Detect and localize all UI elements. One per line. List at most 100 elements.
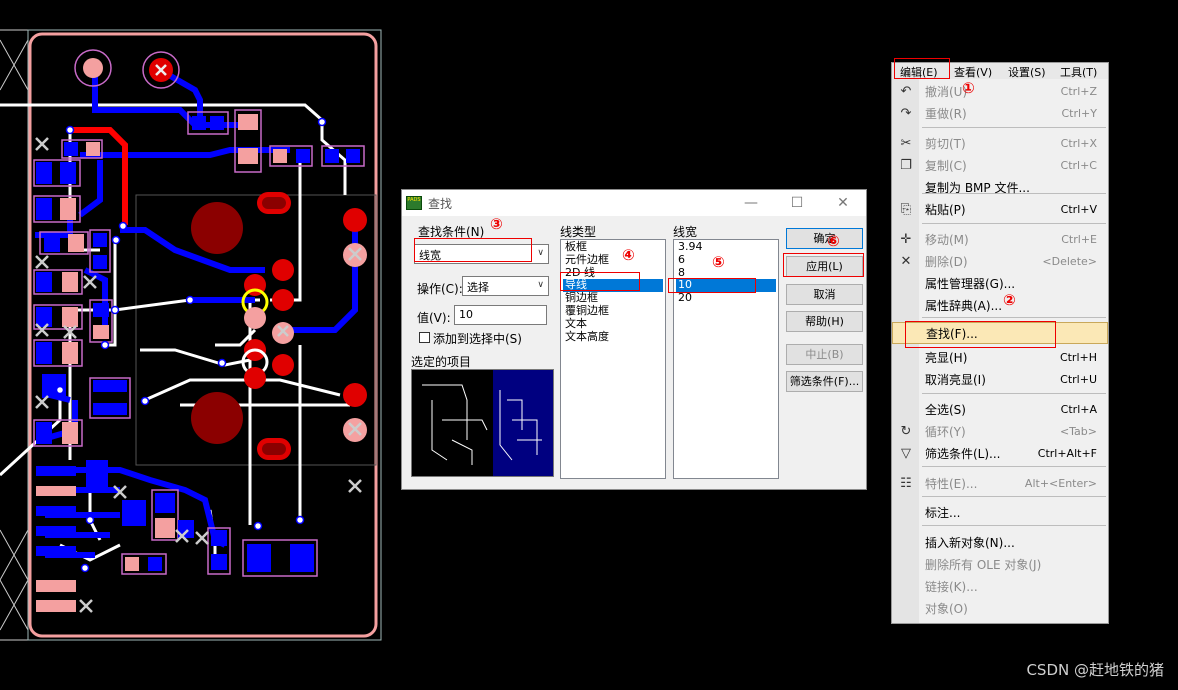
vias bbox=[55, 117, 327, 573]
line-type-item[interactable]: 板框 bbox=[563, 240, 663, 254]
annotation-box-apply bbox=[783, 253, 864, 277]
menu-item[interactable]: ✛ 移动(M) Ctrl+E bbox=[892, 229, 1108, 251]
help-button[interactable]: 帮助(H) bbox=[786, 311, 863, 332]
menu-item-label: 特性(E)... bbox=[925, 477, 978, 491]
menu-item-shortcut: <Delete> bbox=[1042, 255, 1097, 268]
menu-item[interactable]: 标注... bbox=[892, 502, 1108, 524]
line-width-item[interactable]: 6 bbox=[676, 253, 776, 267]
line-type-item[interactable]: 文本高度 bbox=[563, 330, 663, 344]
stop-button[interactable]: 中止(B) bbox=[786, 344, 863, 365]
delete-icon: ✕ bbox=[900, 254, 912, 269]
menu-item-label: 粘贴(P) bbox=[925, 203, 966, 217]
menu-item-label: 复制为 BMP 文件... bbox=[925, 181, 1030, 195]
line-width-header: 线宽 bbox=[673, 225, 698, 239]
ok-button[interactable]: 确定 bbox=[786, 228, 863, 249]
annotation-step-3: ③ bbox=[490, 215, 503, 233]
menu-separator bbox=[922, 466, 1106, 467]
filter-icon: ▽ bbox=[901, 446, 911, 461]
menu-item[interactable]: ↶ 撤消(U) Ctrl+Z bbox=[892, 81, 1108, 103]
cancel-button[interactable]: 取消 bbox=[786, 284, 863, 305]
line-width-item[interactable]: 20 bbox=[676, 291, 776, 305]
menu-item[interactable]: 取消亮显(I) Ctrl+U bbox=[892, 369, 1108, 391]
find-dialog: PADS 查找 — ☐ ✕ 查找条件(N) 线宽 ∨ 操作(C): 选择 ∨ 值… bbox=[401, 189, 867, 490]
add-to-selection-label: 添加到选择中(S) bbox=[433, 332, 522, 346]
filter-button[interactable]: 筛选条件(F)... bbox=[786, 371, 863, 392]
line-type-item[interactable]: 文本 bbox=[563, 317, 663, 331]
menu-item-shortcut: Ctrl+Z bbox=[1060, 85, 1097, 98]
menu-item-label: 复制(C) bbox=[925, 159, 967, 173]
annotation-step-5: ⑤ bbox=[712, 253, 725, 271]
undo-icon: ↶ bbox=[900, 84, 912, 99]
selected-items-label: 选定的项目 bbox=[411, 355, 472, 369]
menu-item-shortcut: Ctrl+U bbox=[1060, 373, 1097, 386]
menu-item-label: 删除所有 OLE 对象(J) bbox=[925, 558, 1042, 572]
menu-separator bbox=[922, 496, 1106, 497]
menu-item[interactable]: 对象(O) bbox=[892, 598, 1108, 620]
annotation-box-edit-menu bbox=[894, 58, 950, 79]
menu-item-label: 剪切(T) bbox=[925, 137, 966, 151]
menu-item-shortcut: <Tab> bbox=[1059, 425, 1097, 438]
annotation-step-6: ⑥ bbox=[827, 232, 840, 250]
menu-item[interactable]: 属性辞典(A)... bbox=[892, 295, 1108, 317]
menu-item[interactable]: 链接(K)... bbox=[892, 576, 1108, 598]
maximize-icon[interactable]: ☐ bbox=[774, 195, 820, 211]
dialog-title: 查找 bbox=[428, 196, 453, 211]
menu-settings[interactable]: 设置(S) bbox=[1008, 64, 1046, 80]
annotation-box-criteria bbox=[414, 238, 532, 262]
menu-item[interactable]: ✂ 剪切(T) Ctrl+X bbox=[892, 133, 1108, 155]
menu-item[interactable]: 属性管理器(G)... bbox=[892, 273, 1108, 295]
menu-item-label: 链接(K)... bbox=[925, 580, 978, 594]
copy-icon: ❐ bbox=[900, 158, 912, 173]
menu-item-label: 亮显(H) bbox=[925, 351, 968, 365]
line-type-header: 线类型 bbox=[560, 225, 597, 239]
menu-item-label: 属性辞典(A)... bbox=[925, 299, 1003, 313]
keepout-outline bbox=[135, 194, 377, 466]
menu-item-label: 移动(M) bbox=[925, 233, 969, 247]
menu-item-shortcut: Ctrl+C bbox=[1060, 159, 1097, 172]
menu-item[interactable]: 全选(S) Ctrl+A bbox=[892, 399, 1108, 421]
menu-item[interactable]: 亮显(H) Ctrl+H bbox=[892, 347, 1108, 369]
dialog-titlebar[interactable]: PADS 查找 — ☐ ✕ bbox=[402, 190, 866, 216]
move-icon: ✛ bbox=[900, 232, 912, 247]
selected-items-preview bbox=[411, 369, 554, 477]
menu-item[interactable]: ⎘ 粘贴(P) Ctrl+V bbox=[892, 199, 1108, 221]
line-type-item[interactable]: 元件边框 bbox=[563, 253, 663, 267]
menu-item[interactable]: ☷ 特性(E)... Alt+<Enter> bbox=[892, 473, 1108, 495]
minimize-icon[interactable]: — bbox=[728, 195, 774, 211]
chevron-down-icon: ∨ bbox=[537, 280, 544, 290]
annotation-step-4: ④ bbox=[622, 246, 635, 264]
value-input[interactable]: 10 bbox=[454, 305, 547, 325]
menu-item[interactable]: ↷ 重做(R) Ctrl+Y bbox=[892, 103, 1108, 125]
menu-item[interactable]: ✕ 删除(D) <Delete> bbox=[892, 251, 1108, 273]
line-width-list[interactable]: 3.94 6 8 10 20 bbox=[673, 239, 779, 479]
menu-item-label: 全选(S) bbox=[925, 403, 966, 417]
menu-tools[interactable]: 工具(T) bbox=[1060, 64, 1097, 80]
line-type-item[interactable]: 覆铜边框 bbox=[563, 304, 663, 318]
menu-item-label: 属性管理器(G)... bbox=[925, 277, 1016, 291]
menu-separator bbox=[922, 127, 1106, 128]
annotation-step-1: ① bbox=[962, 79, 975, 97]
menu-item[interactable]: ↻ 循环(Y) <Tab> bbox=[892, 421, 1108, 443]
menu-item-shortcut: Ctrl+A bbox=[1060, 403, 1097, 416]
menu-separator bbox=[922, 525, 1106, 526]
properties-icon: ☷ bbox=[900, 476, 912, 491]
preview-traces bbox=[422, 384, 542, 465]
menu-item[interactable]: ▽ 筛选条件(L)... Ctrl+Alt+F bbox=[892, 443, 1108, 465]
annotation-box-line-type bbox=[560, 272, 640, 291]
menu-item[interactable]: 插入新对象(N)... bbox=[892, 532, 1108, 554]
menu-item[interactable]: 复制为 BMP 文件... bbox=[892, 177, 1108, 199]
close-icon[interactable]: ✕ bbox=[820, 195, 866, 211]
add-to-selection-checkbox[interactable] bbox=[419, 332, 430, 343]
redo-icon: ↷ bbox=[900, 106, 912, 121]
menu-item[interactable]: ❐ 复制(C) Ctrl+C bbox=[892, 155, 1108, 177]
pcb-canvas[interactable] bbox=[0, 0, 392, 690]
line-width-item[interactable]: 3.94 bbox=[676, 240, 776, 254]
menu-item-label: 筛选条件(L)... bbox=[925, 447, 1001, 461]
menu-item-label: 循环(Y) bbox=[925, 425, 966, 439]
action-combo[interactable]: 选择 ∨ bbox=[462, 276, 549, 296]
menu-item[interactable]: 删除所有 OLE 对象(J) bbox=[892, 554, 1108, 576]
menu-view[interactable]: 查看(V) bbox=[954, 64, 992, 80]
value-label: 值(V): bbox=[417, 311, 451, 325]
menu-item-shortcut: Alt+<Enter> bbox=[1024, 477, 1097, 490]
menu-separator bbox=[922, 223, 1106, 224]
